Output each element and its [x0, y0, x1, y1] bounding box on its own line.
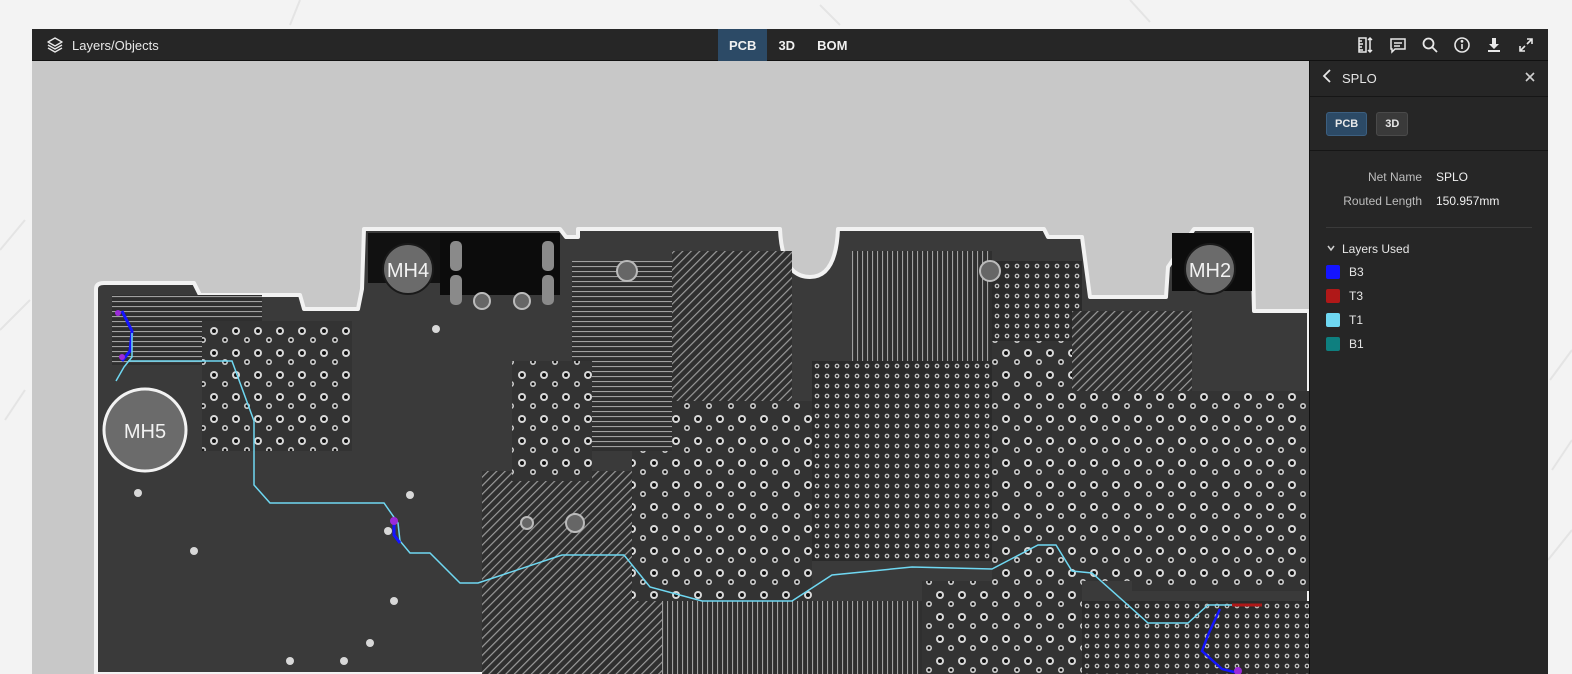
layer-item-b3[interactable]: B3 [1310, 260, 1548, 284]
layer-item-t3[interactable]: T3 [1310, 284, 1548, 308]
layers-used-toggle[interactable]: Layers Used [1310, 236, 1548, 260]
pcb-board-render: MH4 MH2 MH5 [94, 227, 1309, 674]
layers-icon [46, 36, 64, 54]
layer-name: B1 [1349, 337, 1364, 351]
top-toolbar: Layers/Objects PCB 3D BOM [32, 29, 1548, 61]
net-properties: Net Name SPLO Routed Length 150.957mm [1310, 151, 1548, 223]
layer-item-t1[interactable]: T1 [1310, 308, 1548, 332]
chevron-down-icon [1326, 242, 1336, 256]
toolbar-actions [1350, 29, 1542, 61]
divider [1326, 227, 1532, 228]
layers-objects-label: Layers/Objects [72, 37, 159, 53]
layers-objects-toggle[interactable]: Layers/Objects [46, 29, 159, 61]
comment-icon[interactable] [1382, 29, 1414, 61]
tab-pcb[interactable]: PCB [718, 29, 768, 61]
property-value: SPLO [1436, 170, 1469, 184]
layer-name: B3 [1349, 265, 1364, 279]
pcb-canvas[interactable]: MH4 MH2 MH5 [32, 61, 1309, 674]
mounting-hole-mh2[interactable]: MH2 [1184, 243, 1236, 295]
layers-list: B3 T3 T1 B1 [1310, 260, 1548, 356]
property-value: 150.957mm [1436, 194, 1500, 208]
panel-title: SPLO [1342, 71, 1377, 86]
layer-color-swatch [1326, 313, 1340, 327]
layer-name: T3 [1349, 289, 1364, 303]
property-row: Net Name SPLO [1326, 165, 1532, 189]
mounting-hole-mh4[interactable]: MH4 [382, 243, 434, 295]
mh2-label: MH2 [1189, 260, 1231, 282]
layer-name: T1 [1349, 313, 1364, 327]
measure-icon[interactable] [1350, 29, 1382, 61]
tab-3d[interactable]: 3D [767, 29, 806, 61]
panel-header: SPLO [1310, 61, 1548, 97]
panel-3d-button[interactable]: 3D [1376, 112, 1409, 136]
property-key: Net Name [1367, 170, 1422, 184]
view-tabs: PCB 3D BOM [718, 29, 858, 61]
net-details-panel: SPLO PCB 3D Net Name SPLO Routed Length … [1309, 61, 1548, 674]
back-icon[interactable] [1320, 68, 1334, 89]
layer-color-swatch [1326, 337, 1340, 351]
panel-view-buttons: PCB 3D [1310, 97, 1548, 151]
fullscreen-icon[interactable] [1510, 29, 1542, 61]
mh4-label: MH4 [387, 260, 429, 282]
tab-bom[interactable]: BOM [806, 29, 858, 61]
mh5-label: MH5 [124, 421, 166, 443]
download-icon[interactable] [1478, 29, 1510, 61]
panel-pcb-button[interactable]: PCB [1326, 112, 1368, 136]
close-icon[interactable] [1524, 70, 1536, 88]
search-icon[interactable] [1414, 29, 1446, 61]
layer-item-b1[interactable]: B1 [1310, 332, 1548, 356]
layer-color-swatch [1326, 265, 1340, 279]
info-icon[interactable] [1446, 29, 1478, 61]
mounting-hole-mh5[interactable]: MH5 [102, 387, 188, 473]
layers-used-heading: Layers Used [1342, 242, 1410, 256]
layer-color-swatch [1326, 289, 1340, 303]
property-row: Routed Length 150.957mm [1326, 189, 1532, 213]
property-key: Routed Length [1343, 194, 1422, 208]
pcb-viewer-app: Layers/Objects PCB 3D BOM MH4 MH2 MH5 SP… [32, 29, 1548, 674]
